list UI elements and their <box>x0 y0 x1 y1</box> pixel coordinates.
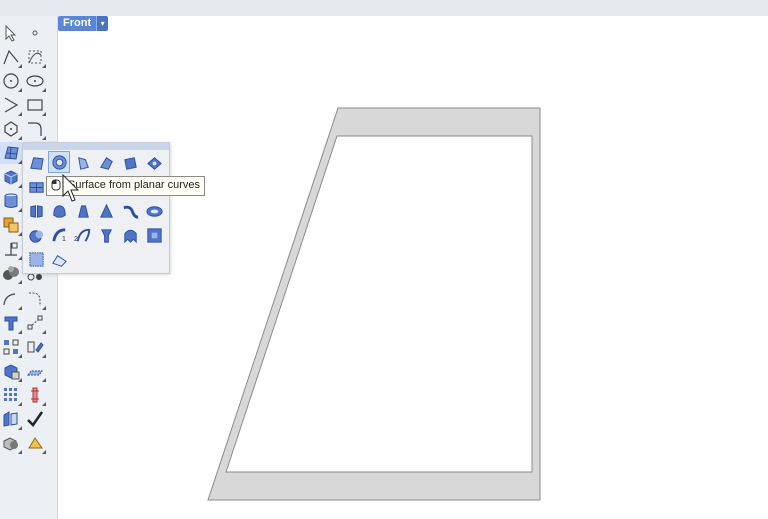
polygon-icon[interactable] <box>0 118 22 140</box>
box-icon[interactable] <box>0 166 22 188</box>
loft-icon[interactable] <box>25 200 47 222</box>
point-grid-surface-icon[interactable] <box>25 248 47 270</box>
revolve-icon[interactable] <box>95 200 117 222</box>
heightfield-icon[interactable] <box>95 224 117 246</box>
mouse-cursor-icon <box>62 174 80 202</box>
mesh-icon[interactable] <box>0 360 22 382</box>
rail-revolve-icon[interactable] <box>119 200 141 222</box>
viewport-menu-icon[interactable]: ▾ <box>96 16 109 31</box>
patch-surface-icon[interactable] <box>143 152 165 174</box>
tooltip-text: Surface from planar curves <box>68 179 201 191</box>
flyout-title-bar[interactable] <box>23 143 169 150</box>
blend-surface-icon[interactable] <box>25 224 47 246</box>
blend-icon[interactable] <box>24 288 46 310</box>
badge-two: 2 <box>74 236 78 243</box>
select-arrow-icon[interactable] <box>0 22 22 44</box>
grid-icon[interactable] <box>0 384 22 406</box>
analyze-icon[interactable] <box>0 408 22 430</box>
text-icon[interactable] <box>0 312 22 334</box>
edit-icon[interactable] <box>24 360 46 382</box>
drape-icon[interactable] <box>143 224 165 246</box>
ghost-surface-icon[interactable] <box>119 224 141 246</box>
offset-icon[interactable] <box>0 288 22 310</box>
cage-edit-icon[interactable] <box>48 248 70 270</box>
dimension-icon[interactable] <box>24 312 46 334</box>
check-icon[interactable] <box>24 408 46 430</box>
surface-from-planar-curves-icon[interactable] <box>48 151 70 173</box>
surface-icon[interactable] <box>0 142 22 164</box>
viewport-title[interactable]: Front ▾ <box>58 16 109 31</box>
mouse-icon <box>51 179 61 191</box>
top-strip <box>0 0 768 17</box>
arc-icon[interactable] <box>0 94 22 116</box>
edge-curves-surface-icon[interactable] <box>72 152 94 174</box>
curve-control-points-icon[interactable] <box>24 46 46 68</box>
cylinder-icon[interactable] <box>0 190 22 212</box>
fillet-curve-icon[interactable] <box>24 118 46 140</box>
pipe-icon[interactable] <box>143 200 165 222</box>
viewport-title-label[interactable]: Front <box>58 16 97 31</box>
surface-flyout: 1 2 <box>22 142 170 274</box>
polyline-icon[interactable] <box>0 46 22 68</box>
rectangle-icon[interactable] <box>24 94 46 116</box>
material-icon[interactable] <box>24 432 46 454</box>
sweep-two-rails-icon[interactable]: 2 <box>72 224 94 246</box>
mirror-icon[interactable] <box>24 336 46 358</box>
boolean-icon[interactable] <box>0 214 22 236</box>
shade-icon[interactable] <box>0 432 22 454</box>
sweep-one-rail-icon[interactable]: 1 <box>48 224 70 246</box>
ellipse-icon[interactable] <box>24 70 46 92</box>
array-icon[interactable] <box>0 336 22 358</box>
circle-icon[interactable] <box>0 70 22 92</box>
point-icon[interactable] <box>24 22 46 44</box>
render-icon[interactable] <box>0 262 22 284</box>
extrude-surface-icon[interactable] <box>95 152 117 174</box>
rectangular-plane-icon[interactable] <box>25 176 47 198</box>
gumball-icon[interactable] <box>24 384 46 406</box>
extrude-icon[interactable] <box>0 238 22 260</box>
surface-from-corner-points-icon[interactable] <box>25 152 47 174</box>
network-surface-icon[interactable] <box>119 152 141 174</box>
badge-one: 1 <box>62 236 66 243</box>
